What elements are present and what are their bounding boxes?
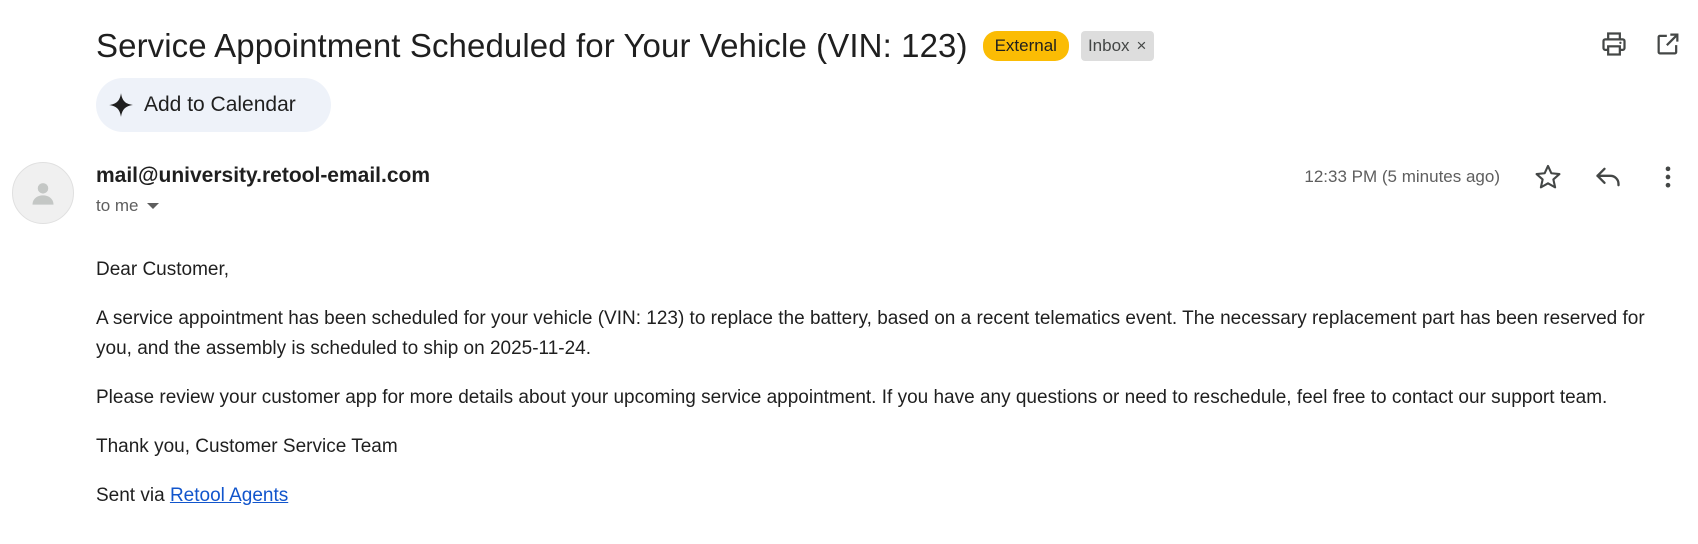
person-icon	[32, 183, 54, 205]
header-actions	[1598, 28, 1684, 60]
message-actions	[1532, 161, 1684, 193]
recipient-details-toggle[interactable]: to me	[96, 196, 159, 216]
print-icon	[1602, 32, 1626, 56]
star-icon	[1535, 164, 1561, 189]
more-vertical-icon	[1665, 166, 1671, 188]
more-options-button[interactable]	[1652, 161, 1684, 193]
avatar[interactable]	[12, 162, 74, 224]
sent-via-line: Sent via Retool Agents	[96, 481, 1676, 511]
external-label-badge: External	[982, 31, 1069, 61]
body-signoff: Thank you, Customer Service Team	[96, 436, 398, 457]
body-greeting: Dear Customer,	[96, 259, 230, 280]
reply-button[interactable]	[1592, 161, 1624, 193]
open-in-new-window-button[interactable]	[1652, 28, 1684, 60]
recipient-label: to me	[96, 196, 139, 215]
open-in-new-window-icon	[1657, 33, 1679, 55]
sender-email[interactable]: mail@university.retool-email.com	[96, 164, 430, 188]
body-paragraph: Please review your customer app for more…	[96, 387, 1608, 408]
email-subject: Service Appointment Scheduled for Your V…	[96, 27, 968, 64]
add-to-calendar-button[interactable]: Add to Calendar	[96, 78, 331, 132]
email-view: Service Appointment Scheduled for Your V…	[0, 0, 1698, 544]
inbox-label-text: Inbox	[1087, 36, 1130, 55]
sent-via-prefix: Sent via	[96, 485, 170, 506]
star-button[interactable]	[1532, 161, 1564, 193]
sparkle-icon	[108, 92, 134, 118]
chevron-down-icon	[146, 203, 159, 209]
subject-row: Service Appointment Scheduled for Your V…	[96, 22, 1698, 70]
inbox-label-badge: Inbox ×	[1080, 31, 1155, 61]
print-button[interactable]	[1598, 28, 1630, 60]
reply-icon	[1596, 167, 1620, 187]
body-paragraph: A service appointment has been scheduled…	[96, 308, 1645, 359]
email-timestamp: 12:33 PM (5 minutes ago)	[1304, 167, 1500, 186]
remove-label-icon[interactable]: ×	[1137, 36, 1147, 56]
email-body: Dear Customer, A service appointment has…	[96, 255, 1676, 530]
retool-agents-link[interactable]: Retool Agents	[170, 485, 288, 506]
add-to-calendar-label: Add to Calendar	[144, 93, 296, 116]
